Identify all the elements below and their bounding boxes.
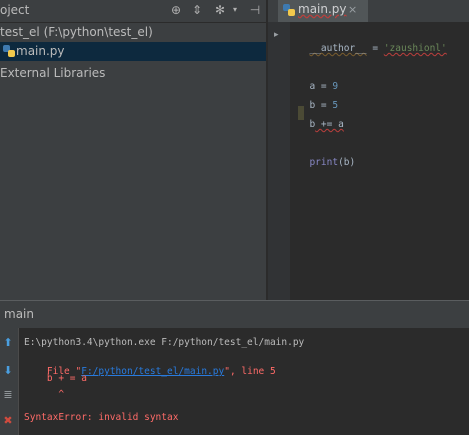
crosshair-icon[interactable]: ⊕ xyxy=(169,3,183,17)
console-line-caret: ^ xyxy=(24,389,65,400)
collapse-icon[interactable]: ⊣ xyxy=(248,3,262,17)
run-toolbar: ⬆ ⬇ ≣ ✖ xyxy=(0,328,18,435)
tree-item-label: test_el (F:\python\test_el) xyxy=(0,25,153,39)
code-token: (b) xyxy=(338,157,356,168)
code-token: print xyxy=(309,157,339,168)
tab-label: main.py xyxy=(298,2,347,16)
code-line-4[interactable]: b += a xyxy=(298,108,344,130)
split-icon[interactable]: ⇕ xyxy=(190,3,204,17)
delete-icon[interactable]: ✖ xyxy=(1,414,15,428)
tree-item-label: External Libraries xyxy=(0,66,106,80)
code-token: = xyxy=(366,43,384,54)
project-header: oject ⊕ ⇕ ✻ ▾ ⊣ xyxy=(0,0,268,23)
code-line-5[interactable]: print(b) xyxy=(298,146,355,168)
console-file-link[interactable]: F:/python/test_el/main.py xyxy=(81,366,224,377)
gear-icon[interactable]: ✻ xyxy=(213,3,227,17)
code-token: 'zaushionl' xyxy=(383,43,447,54)
close-icon[interactable]: × xyxy=(348,3,357,16)
arrow-up-icon[interactable]: ⬆ xyxy=(1,336,15,350)
tree-item-external-libraries[interactable]: External Libraries xyxy=(0,64,268,83)
tree-item-main-py[interactable]: main.py xyxy=(0,42,268,61)
code-token: __author__ xyxy=(309,43,367,54)
code-line-1[interactable]: __author__ = 'zaushionl' xyxy=(298,32,447,54)
run-panel-header: main xyxy=(0,300,469,329)
run-panel-title[interactable]: main xyxy=(4,307,34,321)
console-line-command: E:\python3.4\python.exe F:/python/test_e… xyxy=(24,337,305,348)
python-file-icon xyxy=(3,45,15,57)
tree-item-label: main.py xyxy=(16,44,65,58)
editor-gutter[interactable] xyxy=(268,22,290,300)
dropdown-arrow-icon[interactable]: ▾ xyxy=(228,3,242,17)
fold-marker-icon[interactable]: ▸ xyxy=(274,30,279,40)
project-panel-title[interactable]: oject xyxy=(0,3,29,17)
console-line-code: b + = a xyxy=(24,373,87,384)
tree-item-project[interactable]: test_el (F:\python\test_el) xyxy=(0,23,268,42)
console-text: ", line 5 xyxy=(224,366,276,377)
console-line-error: SyntaxError: invalid syntax xyxy=(24,412,179,423)
wrap-icon[interactable]: ≣ xyxy=(1,388,15,402)
code-token: += a xyxy=(315,119,344,130)
python-file-icon xyxy=(283,4,295,16)
arrow-down-icon[interactable]: ⬇ xyxy=(1,364,15,378)
